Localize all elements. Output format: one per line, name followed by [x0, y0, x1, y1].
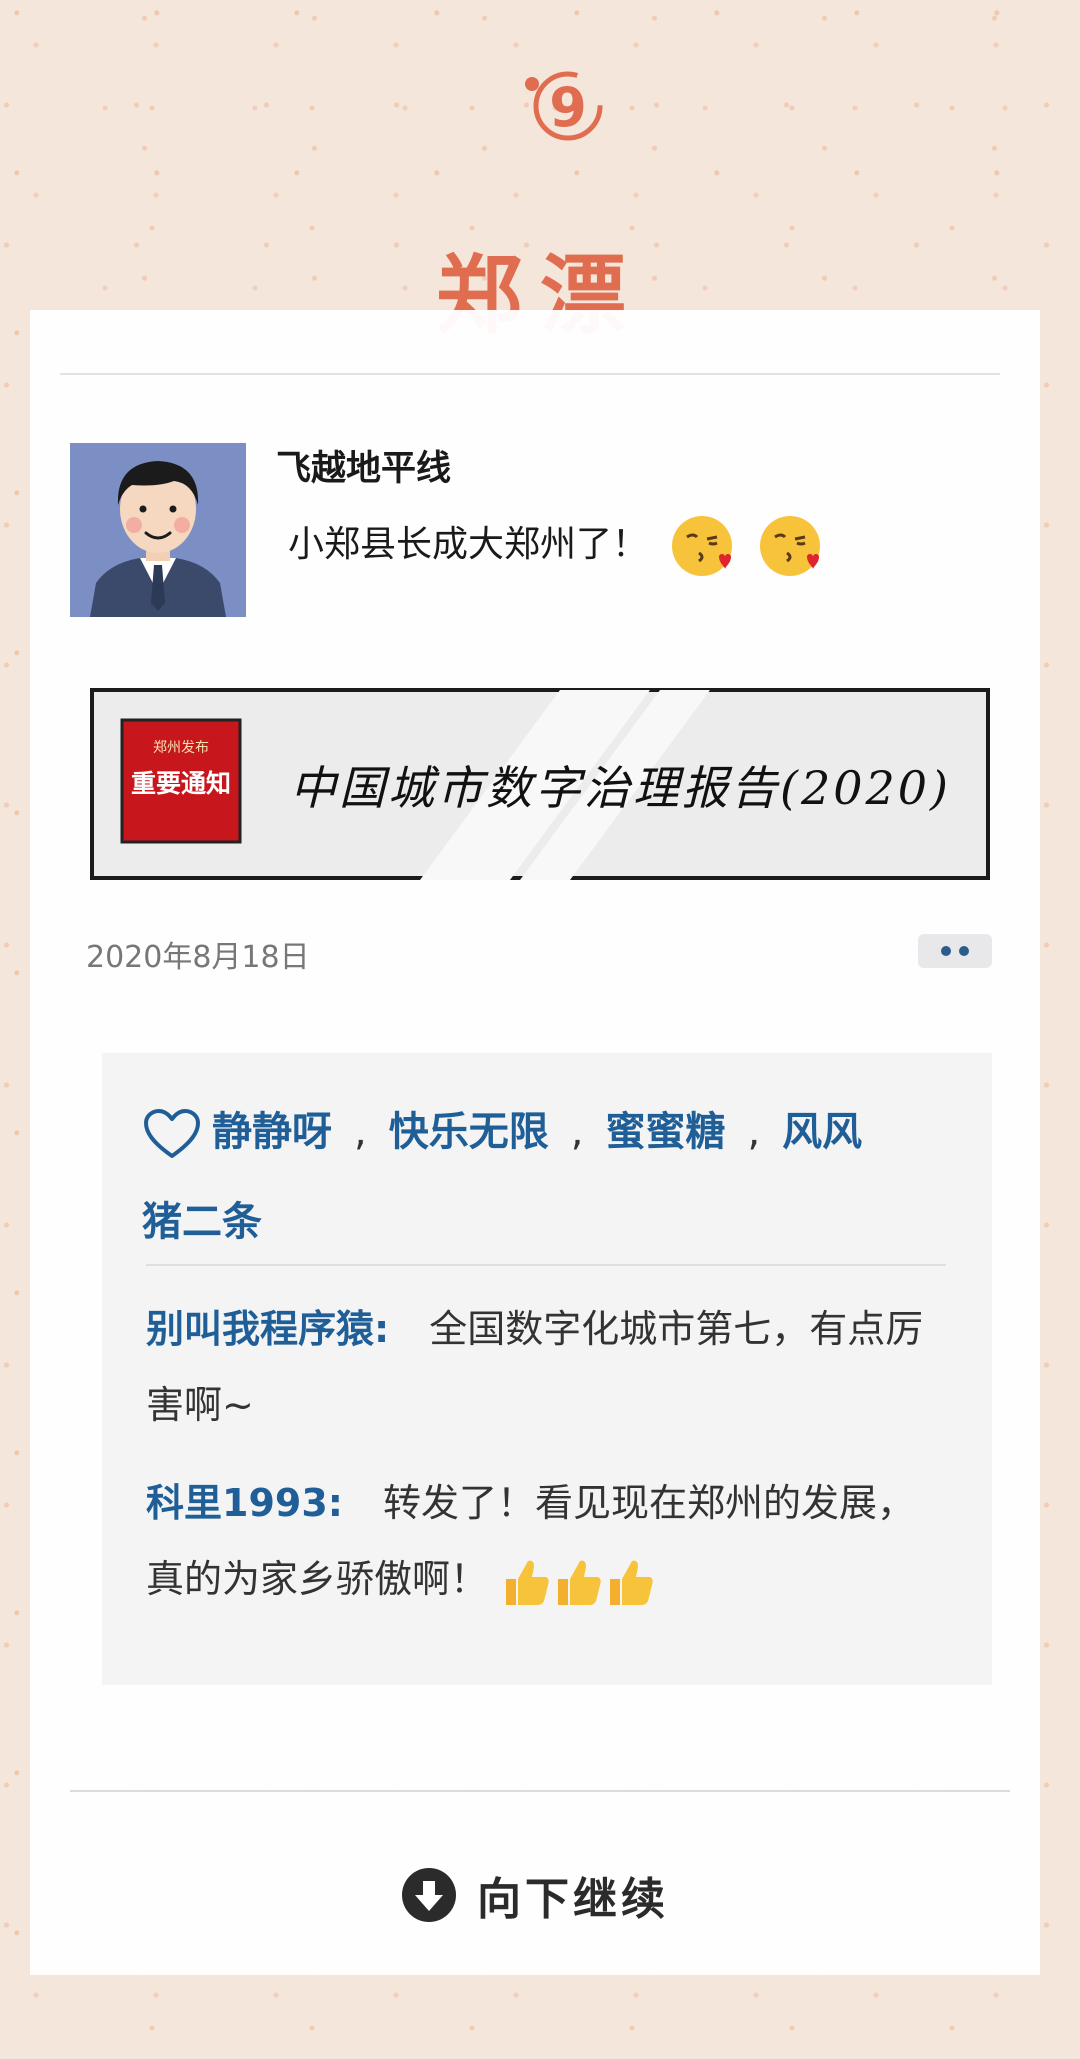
news-banner[interactable]: 郑州发布 重要通知 中国城市数字治理报告(2020) — [90, 688, 990, 880]
comment-author[interactable]: 别叫我程序猿: — [146, 1307, 389, 1351]
logo-badge-icon: 9 — [525, 71, 603, 141]
thumbs-up-icon — [610, 1560, 653, 1605]
thumbs-up-icon — [506, 1560, 549, 1605]
liker-name[interactable]: 快乐无限 — [389, 1109, 549, 1155]
dot-icon — [941, 946, 951, 956]
banner-headline: 中国城市数字治理报告(2020) — [290, 761, 951, 815]
stamp-main-text: 重要通知 — [131, 769, 231, 798]
liker-name[interactable]: 静静呀 — [212, 1109, 332, 1155]
separator: , — [570, 1109, 584, 1155]
liker-name[interactable]: 风风 — [782, 1109, 862, 1155]
heart-icon[interactable] — [142, 1108, 202, 1160]
kissing-face-heart-icon — [759, 516, 820, 576]
dot-icon — [959, 946, 969, 956]
likes-list: 静静呀, 快乐无限, 蜜蜜糖, 风风猪二条 — [142, 1087, 962, 1267]
divider — [146, 1264, 946, 1266]
continue-label: 向下继续 — [477, 1874, 669, 1925]
separator: , — [354, 1109, 367, 1155]
avatar[interactable] — [70, 443, 246, 617]
arrow-down-circle-icon — [402, 1868, 456, 1922]
comment-item: 科里1993: 转发了！看见现在郑州的发展，真的为家乡骄傲啊！ — [146, 1465, 946, 1617]
more-options-button[interactable] — [918, 934, 992, 968]
logo-badge-number: 9 — [549, 76, 587, 139]
continue-down-button[interactable]: 向下继续 — [30, 1865, 1040, 1925]
stamp-small-text: 郑州发布 — [153, 740, 209, 756]
post-username[interactable]: 飞越地平线 — [276, 440, 451, 491]
liker-name[interactable]: 蜜蜜糖 — [605, 1109, 725, 1155]
comment-author[interactable]: 科里1993: — [146, 1481, 343, 1525]
liker-name[interactable]: 猪二条 — [142, 1199, 262, 1245]
separator: , — [747, 1109, 761, 1155]
divider — [60, 373, 1000, 375]
header-logo: 9 郑漂 — [0, 60, 1080, 346]
post-text: 小郑县长成大郑州了！ — [288, 510, 823, 580]
comments-box: 静静呀, 快乐无限, 蜜蜜糖, 风风猪二条 别叫我程序猿: 全国数字化城市第七，有点厉害… — [102, 1053, 992, 1685]
post-text-body: 小郑县长成大郑州了！ — [288, 524, 649, 565]
post-card: 飞越地平线 小郑县长成大郑州了！ 郑州发布 重要通知 中国城市数字治理报告(20… — [30, 310, 1040, 1975]
comment-item: 别叫我程序猿: 全国数字化城市第七，有点厉害啊~ — [146, 1291, 946, 1443]
divider — [70, 1790, 1010, 1792]
post-date: 2020年8月18日 — [86, 940, 310, 975]
thumbs-up-icon — [558, 1560, 601, 1605]
kissing-face-heart-icon — [672, 516, 733, 576]
